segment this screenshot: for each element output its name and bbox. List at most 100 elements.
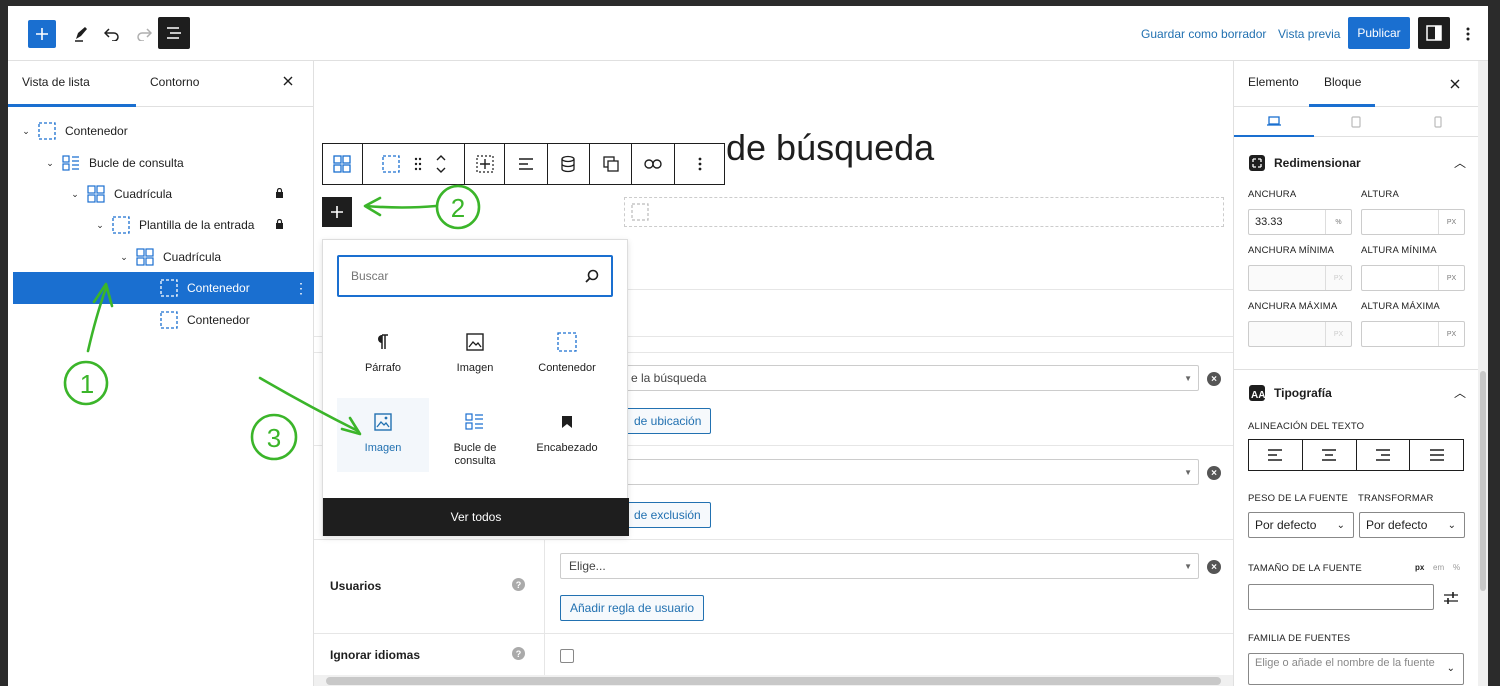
link-button[interactable]	[632, 144, 676, 184]
text-transform-select[interactable]: Por defecto ⌄	[1359, 512, 1465, 538]
max-width-unit[interactable]: PX	[1325, 322, 1351, 346]
inserter-item-headline[interactable]: Encabezado	[521, 398, 613, 476]
width-label: ANCHURA	[1248, 189, 1297, 200]
remove-rule-button[interactable]: ×	[1207, 560, 1221, 574]
redo-button[interactable]	[132, 20, 156, 48]
settings-toggle-button[interactable]	[1418, 17, 1450, 49]
align-center-button[interactable]	[1303, 440, 1357, 470]
horizontal-scrollbar[interactable]	[314, 675, 1233, 686]
chevron-down-icon[interactable]: ⌄	[45, 158, 55, 169]
chevron-down-icon[interactable]: ⌄	[119, 252, 129, 263]
resize-section-header[interactable]: Redimensionar	[1248, 154, 1361, 172]
align-left-button[interactable]	[1249, 440, 1303, 470]
add-inner-block-button[interactable]	[465, 144, 506, 184]
tools-button[interactable]	[70, 20, 92, 48]
exclusion-select[interactable]: ▼	[560, 459, 1199, 485]
tree-item-grid[interactable]: ⌄ Cuadrícula	[13, 178, 314, 210]
undo-button[interactable]	[100, 20, 124, 48]
remove-rule-button[interactable]: ×	[1207, 466, 1221, 480]
remove-rule-button[interactable]: ×	[1207, 372, 1221, 386]
add-block-toggle-button[interactable]	[28, 20, 56, 48]
mobile-device-button[interactable]	[1398, 107, 1478, 137]
sidebar-scrollbar[interactable]	[1478, 61, 1488, 686]
tree-item-post-template[interactable]: ⌄ Plantilla de la entrada	[13, 209, 314, 241]
scrollbar-thumb[interactable]	[326, 677, 1221, 685]
unit-px[interactable]: px	[1415, 563, 1424, 572]
chevron-down-icon[interactable]: ⌄	[95, 220, 105, 231]
dynamic-data-button[interactable]	[548, 144, 590, 184]
options-button[interactable]	[1458, 20, 1478, 48]
empty-container-placeholder[interactable]	[624, 197, 1224, 227]
preview-button[interactable]: Vista previa	[1278, 27, 1340, 41]
width-input[interactable]: 33.33 %	[1248, 209, 1352, 235]
unit-percent[interactable]: %	[1453, 563, 1460, 572]
max-height-input[interactable]: PX	[1361, 321, 1465, 347]
add-block-button[interactable]	[322, 197, 352, 227]
font-family-select[interactable]: Elige o añade el nombre de la fuente ⌄	[1248, 653, 1464, 685]
height-input[interactable]: PX	[1361, 209, 1465, 235]
tree-item-container[interactable]: ⌄ Contenedor	[13, 115, 314, 147]
chevron-down-icon[interactable]: ⌄	[21, 126, 31, 137]
drag-handle-icon[interactable]	[414, 157, 422, 171]
search-select[interactable]: e la búsqueda ▼	[560, 365, 1199, 391]
ignore-languages-checkbox[interactable]	[560, 649, 574, 663]
tree-item-grid-inner[interactable]: ⌄ Cuadrícula	[13, 241, 314, 273]
help-icon[interactable]: ?	[512, 647, 525, 660]
chevron-up-icon[interactable]: ︿	[1454, 154, 1466, 171]
chevron-up-icon[interactable]: ︿	[1454, 384, 1466, 401]
block-search-field[interactable]	[337, 255, 613, 297]
chevron-down-icon[interactable]: ⌄	[70, 189, 80, 200]
chevron-down-icon: ⌄	[1446, 663, 1455, 674]
users-select[interactable]: Elige... ▼	[560, 553, 1199, 579]
tab-list-view[interactable]: Vista de lista	[22, 75, 90, 89]
height-unit[interactable]: PX	[1438, 210, 1464, 234]
page-title-visible[interactable]: de búsqueda	[726, 127, 934, 169]
align-justify-button[interactable]	[1410, 440, 1463, 470]
block-options-button[interactable]	[675, 144, 724, 184]
tree-item-query-loop[interactable]: ⌄ Bucle de consulta	[13, 147, 314, 179]
move-up-down-icon[interactable]	[436, 153, 446, 175]
block-mover[interactable]	[363, 144, 466, 184]
inserter-item-image-highlighted[interactable]: Imagen	[337, 398, 429, 472]
tab-block[interactable]: Bloque	[1324, 75, 1361, 89]
typography-section-header[interactable]: AA Tipografía	[1248, 384, 1332, 402]
document-overview-button[interactable]	[158, 17, 190, 49]
add-location-rule-button[interactable]: de ubicación	[624, 408, 712, 434]
min-width-unit[interactable]: PX	[1325, 266, 1351, 290]
align-button[interactable]	[505, 144, 548, 184]
add-user-rule-button[interactable]: Añadir regla de usuario	[560, 595, 705, 621]
tablet-device-button[interactable]	[1316, 107, 1396, 137]
font-size-input[interactable]	[1248, 584, 1434, 610]
inserter-item-image[interactable]: Imagen	[429, 318, 521, 396]
custom-size-toggle[interactable]	[1443, 590, 1459, 609]
tree-item-container-sibling[interactable]: Contenedor	[13, 304, 314, 336]
max-width-input[interactable]: PX	[1248, 321, 1352, 347]
tab-element[interactable]: Elemento	[1248, 75, 1299, 89]
save-draft-button[interactable]: Guardar como borrador	[1141, 27, 1266, 41]
close-settings-button[interactable]	[1450, 78, 1460, 92]
publish-button[interactable]: Publicar	[1348, 17, 1410, 49]
max-height-unit[interactable]: PX	[1438, 322, 1464, 346]
close-list-view-button[interactable]	[283, 73, 299, 91]
more-vertical-icon[interactable]: ⋮	[294, 281, 308, 295]
min-height-input[interactable]: PX	[1361, 265, 1465, 291]
inserter-item-container[interactable]: Contenedor	[521, 318, 613, 396]
scrollbar-thumb[interactable]	[1480, 371, 1486, 591]
desktop-device-button[interactable]	[1234, 107, 1314, 137]
min-height-unit[interactable]: PX	[1438, 266, 1464, 290]
width-unit[interactable]: %	[1325, 210, 1351, 234]
unit-em[interactable]: em	[1433, 563, 1444, 572]
align-right-button[interactable]	[1357, 440, 1411, 470]
min-width-input[interactable]: PX	[1248, 265, 1352, 291]
inserter-item-paragraph[interactable]: Párrafo	[337, 318, 429, 396]
font-weight-select[interactable]: Por defecto ⌄	[1248, 512, 1354, 538]
help-icon[interactable]: ?	[512, 578, 525, 591]
tree-item-container-selected[interactable]: Contenedor ⋮	[13, 272, 314, 304]
view-all-blocks-button[interactable]: Ver todos	[323, 498, 629, 536]
block-type-button[interactable]	[323, 144, 363, 184]
add-exclusion-rule-button[interactable]: de exclusión	[624, 502, 711, 528]
tab-outline[interactable]: Contorno	[150, 75, 199, 89]
inserter-item-query-loop[interactable]: Bucle de consulta	[429, 398, 521, 476]
duplicate-button[interactable]	[590, 144, 633, 184]
block-search-input[interactable]	[351, 269, 571, 283]
